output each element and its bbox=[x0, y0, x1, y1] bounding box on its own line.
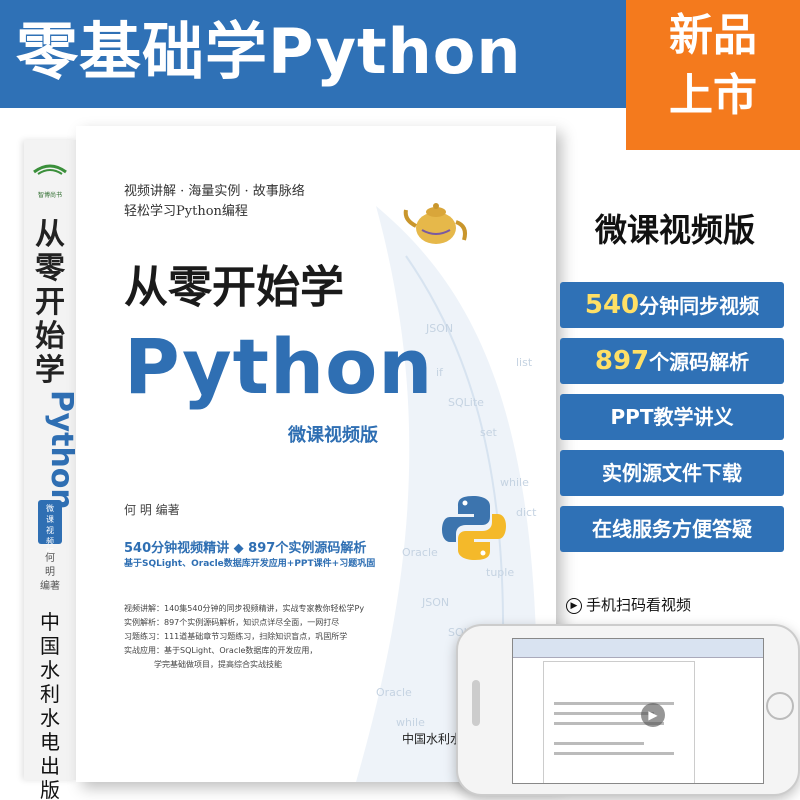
bg-word: dict bbox=[516, 506, 537, 519]
spine-edition-text: 微课视频版 bbox=[46, 504, 54, 557]
play-circle-icon: ▶ bbox=[566, 597, 582, 614]
feature-video-minutes: 540分钟同步视频 bbox=[560, 282, 784, 328]
brand-logo-icon bbox=[33, 164, 67, 175]
cover-tagline: 视频讲解 · 海量实例 · 故事脉络 轻松学习Python编程 bbox=[124, 182, 364, 222]
doc-line bbox=[554, 742, 644, 745]
product-banner: 零基础学Python 新品 上市 智博尚书 从零开始学 Python 微课视频版… bbox=[0, 0, 800, 800]
scan-text: 手机扫码看视频 bbox=[586, 596, 692, 614]
feature-text: 个源码解析 bbox=[649, 350, 750, 374]
badge-line-2: 上市 bbox=[669, 70, 757, 121]
bg-word: while bbox=[500, 476, 529, 489]
tagline-line-1: 视频讲解 · 海量实例 · 故事脉络 bbox=[124, 184, 305, 199]
blurb-line: 学完基础做项目，提高综合实战技能 bbox=[154, 660, 282, 669]
phone-mockup: ▶ bbox=[456, 624, 800, 796]
play-button[interactable]: ▶ bbox=[641, 703, 665, 727]
spine-title-text: 从零开始学 bbox=[35, 217, 65, 388]
spine-edition-badge: 微课视频版 bbox=[38, 500, 62, 557]
bg-word: list bbox=[516, 356, 533, 369]
spine-author: 何 明 编著 bbox=[40, 552, 60, 594]
spine-title: 从零开始学 bbox=[24, 218, 76, 388]
feature-text: 在线服务方便答疑 bbox=[592, 517, 752, 541]
doc-line bbox=[554, 712, 654, 715]
spine-author-text: 何 明 编著 bbox=[40, 553, 60, 592]
feature-text: PPT教学讲义 bbox=[610, 405, 734, 429]
cover-edition: 微课视频版 bbox=[288, 425, 378, 446]
publisher-brand-logo: 智博尚书 bbox=[32, 158, 68, 199]
doc-line bbox=[554, 752, 674, 755]
brand-logo-text: 智博尚书 bbox=[37, 192, 62, 199]
teapot-icon bbox=[403, 203, 467, 244]
blurb-line: 实例解析：897个实例源码解析，知识点详尽全面，一网打尽 bbox=[124, 618, 340, 627]
book-spine: 智博尚书 从零开始学 Python 微课视频版 何 明 编著 中国水利水电出版社 bbox=[24, 140, 79, 800]
feature-ppt: PPT教学讲义 bbox=[560, 394, 784, 440]
feature-number: 540 bbox=[584, 290, 640, 320]
spine-python: Python bbox=[44, 390, 79, 510]
cover-features: 540分钟视频精讲 ◆ 897个实例源码解析 基于SQLight、Oracle数… bbox=[124, 540, 414, 570]
phone-screen: ▶ bbox=[512, 638, 764, 784]
phone-speaker bbox=[472, 680, 480, 726]
blurb-line: 实战应用：基于SQLight、Oracle数据库的开发应用， bbox=[124, 646, 318, 655]
feature-number: 897 bbox=[594, 346, 650, 376]
badge-line-1: 新品 bbox=[669, 10, 757, 61]
page-title: 零基础学Python bbox=[16, 15, 522, 88]
video-document-preview bbox=[543, 661, 695, 783]
feature-source-download: 实例源文件下载 bbox=[560, 450, 784, 496]
feature-text: 实例源文件下载 bbox=[602, 461, 742, 485]
home-button[interactable] bbox=[766, 692, 794, 720]
feature-online-service: 在线服务方便答疑 bbox=[560, 506, 784, 552]
spine-publisher: 中国水利水电出版社 bbox=[36, 610, 64, 800]
features-line-2: 基于SQLight、Oracle数据库开发应用+PPT课件+习题巩固 bbox=[124, 559, 376, 569]
feature-text: 分钟同步视频 bbox=[639, 294, 760, 318]
video-toolbar bbox=[513, 639, 763, 658]
cover-blurb: 视频讲解：140集540分钟的同步视频精讲，实战专家教你轻松学Python 实例… bbox=[124, 602, 364, 672]
blurb-line: 习题练习：111道基础章节习题练习，扫除知识盲点，巩固所学 bbox=[124, 632, 348, 641]
bg-word: tuple bbox=[486, 566, 515, 579]
cover-python-title: Python bbox=[124, 322, 434, 411]
feature-source-code: 897个源码解析 bbox=[560, 338, 784, 384]
bg-word: JSON bbox=[422, 596, 450, 609]
bg-word: set bbox=[480, 426, 497, 439]
new-product-badge: 新品 上市 bbox=[626, 0, 800, 150]
bg-word: while bbox=[396, 716, 425, 729]
video-edition-heading: 微课视频版 bbox=[594, 211, 755, 249]
cover-chinese-title: 从零开始学 bbox=[124, 262, 344, 313]
tagline-line-2: 轻松学习Python编程 bbox=[124, 204, 248, 219]
features-line-1: 540分钟视频精讲 ◆ 897个实例源码解析 bbox=[124, 541, 367, 556]
blurb-line: 视频讲解：140集540分钟的同步视频精讲，实战专家教你轻松学Python bbox=[124, 604, 364, 613]
badge-text: 新品 上市 bbox=[626, 6, 800, 126]
python-logo-icon bbox=[442, 496, 506, 560]
scan-prompt: ▶ 手机扫码看视频 bbox=[566, 594, 786, 616]
spine-publisher-text: 中国水利水电出版社 bbox=[40, 610, 60, 800]
bg-word: Oracle bbox=[376, 686, 412, 699]
cover-author: 何 明 编著 bbox=[124, 503, 180, 517]
